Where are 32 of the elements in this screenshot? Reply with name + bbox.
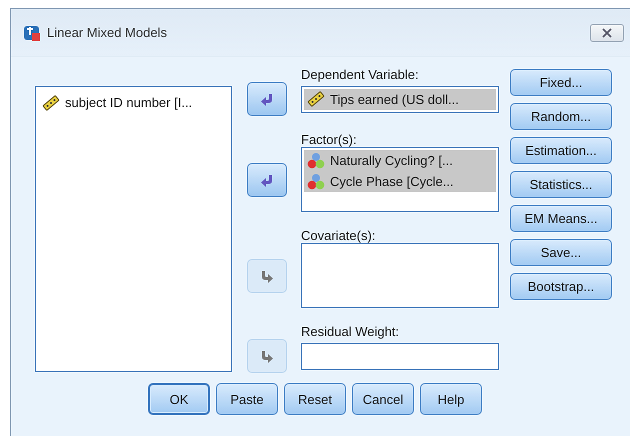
variable-item[interactable]: subject ID number [I... — [39, 92, 228, 113]
field-label: Factor(s): — [301, 132, 358, 147]
dialog-button[interactable]: Statistics... — [510, 171, 612, 198]
field-label: Residual Weight: — [301, 324, 400, 339]
dialog-button[interactable]: Save... — [510, 239, 612, 266]
app-icon — [23, 24, 41, 42]
dialog-button[interactable]: EM Means... — [510, 205, 612, 232]
variable-item[interactable]: Naturally Cycling? [... — [304, 150, 496, 171]
dialog-button[interactable]: Help — [420, 383, 482, 415]
field-label: Covariate(s): — [301, 228, 376, 243]
window-title: Linear Mixed Models — [47, 25, 167, 40]
close-button[interactable] — [590, 24, 624, 42]
move-arrow-button[interactable] — [247, 162, 287, 196]
target-list[interactable]: Naturally Cycling? [... Cycle Phase [Cycle... — [301, 147, 499, 212]
dialog-button[interactable]: Random... — [510, 103, 612, 130]
variable-item[interactable]: Cycle Phase [Cycle... — [304, 171, 496, 192]
dialog-button[interactable]: Bootstrap... — [510, 273, 612, 300]
target-list[interactable] — [301, 243, 499, 308]
target-list[interactable] — [301, 342, 499, 370]
move-arrow-button[interactable] — [247, 82, 287, 116]
dialog-button[interactable]: Estimation... — [510, 137, 612, 164]
dialog-button[interactable]: Fixed... — [510, 69, 612, 96]
dialog-button[interactable]: Cancel — [352, 383, 414, 415]
variable-list[interactable]: subject ID number [I... — [35, 86, 232, 372]
dialog-button[interactable]: OK — [148, 383, 210, 415]
close-icon — [602, 28, 612, 38]
dialog-button[interactable]: Paste — [216, 383, 278, 415]
dialog-button[interactable]: Reset — [284, 383, 346, 415]
three-circles-icon — [307, 173, 325, 190]
ruler-icon — [307, 91, 325, 107]
field-label: Dependent Variable: — [301, 67, 420, 82]
three-circles-icon — [307, 152, 325, 169]
